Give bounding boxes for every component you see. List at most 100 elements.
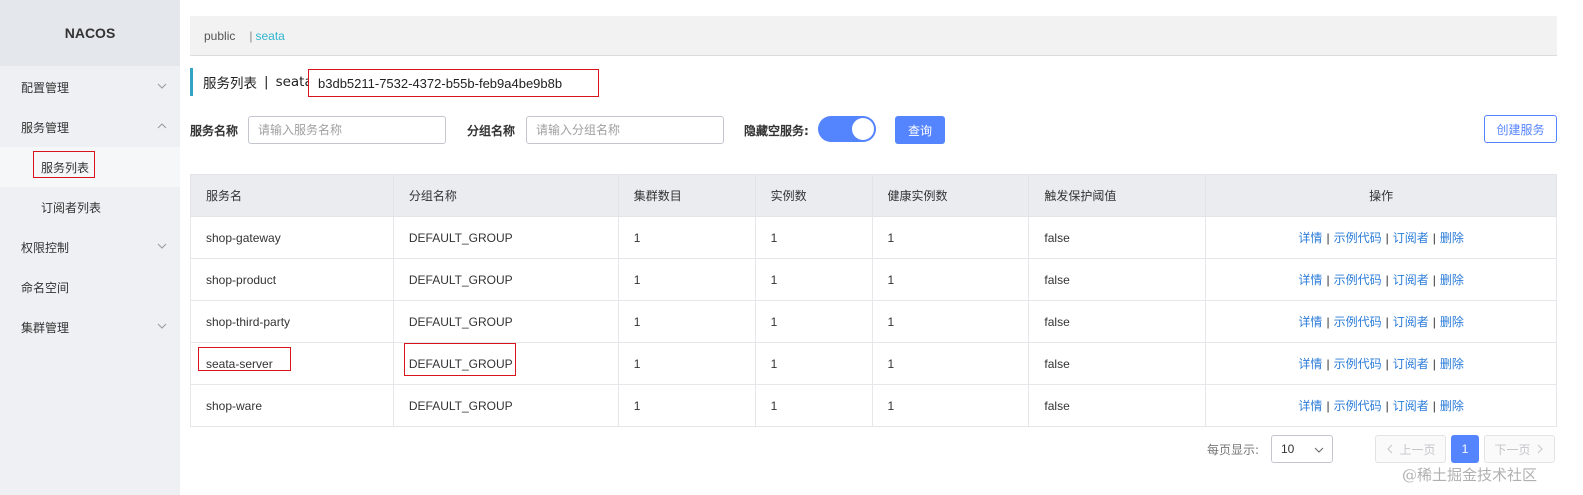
sample-code-link[interactable]: 示例代码	[1334, 231, 1382, 245]
cell-cluster-count: 1	[617, 258, 756, 301]
cell-group-name: DEFAULT_GROUP	[392, 384, 619, 427]
namespace-id: b3db5211-7532-4372-b55b-feb9a4be9b8b	[308, 69, 599, 97]
cell-protect-threshold: false	[1028, 384, 1207, 427]
page-title-text: 服务列表	[203, 76, 257, 92]
watermark: @稀土掘金技术社区	[1402, 466, 1538, 484]
sidebar-item-label: 集群管理	[21, 320, 70, 335]
query-button[interactable]: 查询	[895, 116, 945, 144]
sidebar-item-config-management[interactable]: 配置管理	[0, 67, 180, 107]
cell-instance-count: 1	[754, 342, 873, 385]
cell-healthy-count: 1	[871, 216, 1030, 259]
delete-link[interactable]: 删除	[1440, 399, 1464, 413]
create-service-button[interactable]: 创建服务	[1484, 115, 1557, 143]
table-row: shop-product DEFAULT_GROUP 1 1 1 false 详…	[190, 258, 1557, 301]
cell-service-name: seata-server	[190, 342, 394, 385]
table-row: shop-third-party DEFAULT_GROUP 1 1 1 fal…	[190, 300, 1557, 343]
page-title: 服务列表 | seata	[190, 68, 313, 96]
delete-link[interactable]: 删除	[1440, 231, 1464, 245]
sidebar-item-label: 订阅者列表	[41, 200, 102, 215]
subscribers-link[interactable]: 订阅者	[1393, 273, 1429, 287]
column-header-group-name: 分组名称	[392, 174, 619, 217]
hide-empty-toggle[interactable]	[818, 116, 876, 142]
cell-group-name: DEFAULT_GROUP	[392, 258, 619, 301]
table-row: seata-server DEFAULT_GROUP 1 1 1 false 详…	[190, 342, 1557, 385]
table-header-row: 服务名 分组名称 集群数目 实例数 健康实例数 触发保护阈值 操作	[190, 174, 1557, 217]
app-logo: NACOS	[0, 0, 180, 66]
namespace-public[interactable]: public	[204, 29, 235, 43]
chevron-down-icon	[157, 83, 167, 89]
sample-code-link[interactable]: 示例代码	[1334, 273, 1382, 287]
chevron-up-icon	[157, 123, 167, 129]
sample-code-link[interactable]: 示例代码	[1334, 399, 1382, 413]
group-name-label: 分组名称	[467, 124, 516, 138]
delete-link[interactable]: 删除	[1440, 357, 1464, 371]
delete-link[interactable]: 删除	[1440, 273, 1464, 287]
sidebar-item-service-management[interactable]: 服务管理	[0, 107, 180, 147]
action-separator: |	[1326, 273, 1330, 287]
action-separator: |	[1432, 315, 1436, 329]
cell-protect-threshold: false	[1028, 342, 1207, 385]
sidebar-item-service-list[interactable]: 服务列表	[0, 147, 180, 187]
table-row: shop-gateway DEFAULT_GROUP 1 1 1 false 详…	[190, 216, 1557, 259]
column-header-instance-count: 实例数	[754, 174, 873, 217]
detail-link[interactable]: 详情	[1298, 315, 1322, 329]
detail-link[interactable]: 详情	[1298, 357, 1322, 371]
action-separator: |	[1432, 399, 1436, 413]
sidebar-item-subscriber-list[interactable]: 订阅者列表	[0, 187, 180, 227]
sample-code-link[interactable]: 示例代码	[1334, 357, 1382, 371]
cell-cluster-count: 1	[617, 342, 756, 385]
sidebar-item-cluster-management[interactable]: 集群管理	[0, 307, 180, 347]
service-table: 服务名 分组名称 集群数目 实例数 健康实例数 触发保护阈值 操作 shop-g…	[190, 174, 1557, 427]
subscribers-link[interactable]: 订阅者	[1393, 231, 1429, 245]
cell-cluster-count: 1	[617, 216, 756, 259]
cell-instance-count: 1	[754, 216, 873, 259]
sidebar-item-label: 配置管理	[21, 80, 70, 95]
cell-operations: 详情 | 示例代码 | 订阅者 | 删除	[1205, 384, 1557, 427]
cell-group-name: DEFAULT_GROUP	[392, 342, 619, 385]
cell-cluster-count: 1	[617, 300, 756, 343]
action-separator: |	[1432, 357, 1436, 371]
action-separator: |	[1385, 399, 1389, 413]
column-header-cluster-count: 集群数目	[617, 174, 756, 217]
service-name-input[interactable]	[248, 116, 446, 144]
cell-operations: 详情 | 示例代码 | 订阅者 | 删除	[1205, 258, 1557, 301]
page-number-button[interactable]: 1	[1451, 435, 1479, 463]
subscribers-link[interactable]: 订阅者	[1393, 315, 1429, 329]
sidebar-item-label: 权限控制	[21, 240, 70, 255]
detail-link[interactable]: 详情	[1298, 273, 1322, 287]
cell-service-name: shop-third-party	[190, 300, 394, 343]
detail-link[interactable]: 详情	[1298, 231, 1322, 245]
next-page-button[interactable]: 下一页	[1484, 435, 1555, 463]
sample-code-link[interactable]: 示例代码	[1334, 315, 1382, 329]
action-separator: |	[1385, 357, 1389, 371]
group-name-input[interactable]	[526, 116, 724, 144]
page-size-select[interactable]: 10	[1271, 435, 1333, 463]
toggle-knob	[852, 118, 874, 140]
action-separator: |	[1432, 231, 1436, 245]
sidebar-item-namespace[interactable]: 命名空间	[0, 267, 180, 307]
cell-group-name: DEFAULT_GROUP	[392, 216, 619, 259]
namespace-seata[interactable]: seata	[255, 29, 284, 43]
delete-link[interactable]: 删除	[1440, 315, 1464, 329]
sidebar-item-label: 服务管理	[21, 120, 70, 135]
cell-healthy-count: 1	[871, 384, 1030, 427]
detail-link[interactable]: 详情	[1298, 399, 1322, 413]
action-separator: |	[1326, 231, 1330, 245]
cell-protect-threshold: false	[1028, 300, 1207, 343]
column-header-operations: 操作	[1205, 174, 1557, 217]
prev-page-button[interactable]: 上一页	[1375, 435, 1446, 463]
subscribers-link[interactable]: 订阅者	[1393, 399, 1429, 413]
cell-healthy-count: 1	[871, 258, 1030, 301]
sidebar-item-access-control[interactable]: 权限控制	[0, 227, 180, 267]
action-separator: |	[1326, 315, 1330, 329]
chevron-down-icon	[1314, 447, 1324, 453]
subscribers-link[interactable]: 订阅者	[1393, 357, 1429, 371]
namespace-separator: |	[249, 28, 253, 43]
cell-service-name: shop-gateway	[190, 216, 394, 259]
chevron-right-icon	[1537, 444, 1543, 454]
chevron-left-icon	[1387, 444, 1393, 454]
action-separator: |	[1385, 231, 1389, 245]
column-header-healthy-instances: 健康实例数	[871, 174, 1030, 217]
cell-healthy-count: 1	[871, 342, 1030, 385]
next-page-label: 下一页	[1494, 442, 1531, 457]
